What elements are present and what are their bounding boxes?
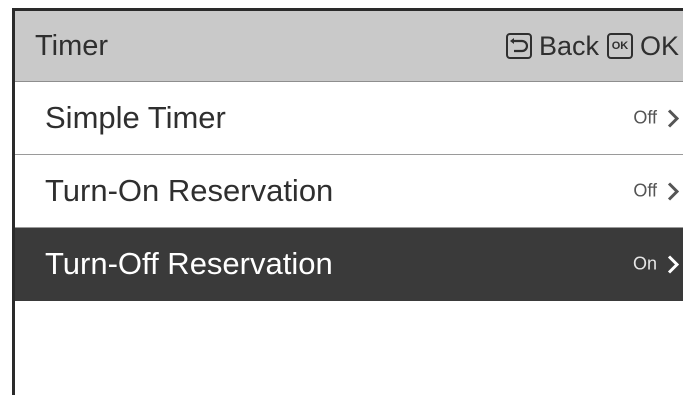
ok-label: OK: [639, 30, 679, 61]
menu-item-label: Turn-Off Reservation: [45, 246, 333, 281]
menu-item-label: Simple Timer: [45, 100, 226, 135]
header-bar: Timer Back OK OK: [15, 11, 683, 82]
timer-screen: Timer Back OK OK Simple Timer Off Turn-O…: [12, 8, 683, 395]
chevron-right-icon: [667, 181, 679, 201]
menu-item-label: Turn-On Reservation: [45, 173, 334, 208]
chevron-right-icon: [667, 108, 679, 128]
menu-item-turn-on-reservation[interactable]: Turn-On Reservation Off: [15, 155, 683, 228]
menu-item-value: Off: [633, 181, 679, 202]
back-label: Back: [538, 30, 599, 61]
menu-item-value: Off: [633, 108, 679, 129]
menu-item-value: On: [633, 254, 679, 275]
header-actions: Back OK OK: [505, 30, 679, 62]
status-value: Off: [633, 180, 657, 201]
back-button[interactable]: Back: [505, 30, 599, 62]
page-title: Timer: [35, 29, 109, 62]
menu-item-simple-timer[interactable]: Simple Timer Off: [15, 82, 683, 155]
status-value: Off: [633, 107, 657, 128]
chevron-right-icon: [667, 254, 679, 274]
status-value: On: [632, 253, 657, 274]
menu-item-turn-off-reservation[interactable]: Turn-Off Reservation On: [15, 228, 683, 301]
back-icon: [505, 33, 532, 59]
ok-icon: OK: [606, 33, 633, 59]
ok-button[interactable]: OK OK: [606, 30, 679, 62]
